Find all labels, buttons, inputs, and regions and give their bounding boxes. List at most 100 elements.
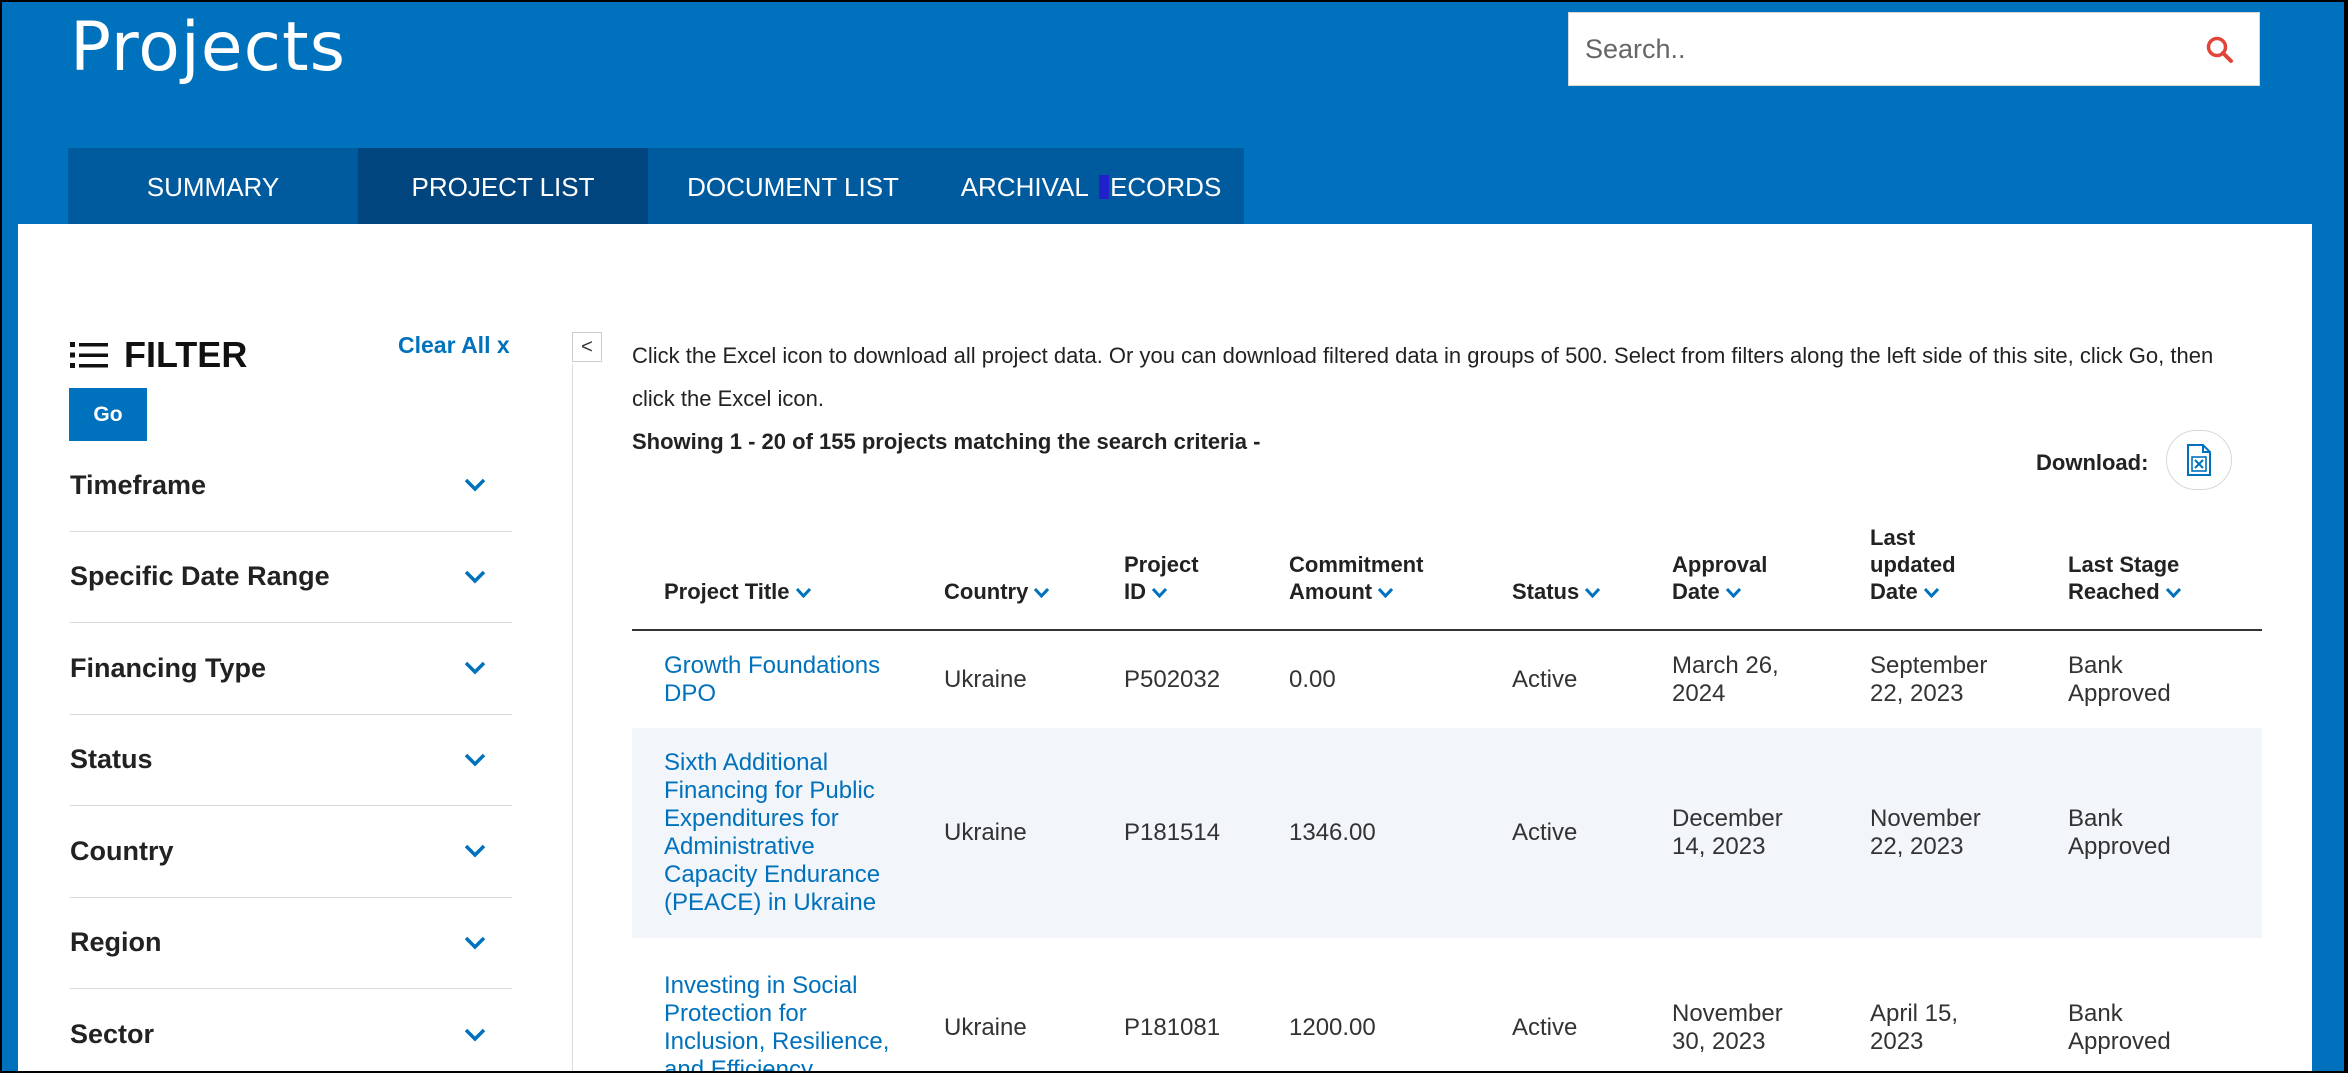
tab-archival-records[interactable]: ARCHIVAL ECORDS xyxy=(938,148,1244,226)
amount-cell: 0.00 xyxy=(1289,630,1512,728)
filter-financing-type[interactable]: Financing Type xyxy=(70,623,512,715)
column-header-last-updated-date[interactable]: Last updated Date xyxy=(1870,512,2068,631)
search-icon[interactable] xyxy=(2205,35,2235,65)
stage-line: Approved xyxy=(2068,833,2171,860)
header-label: Amount xyxy=(1289,579,1373,604)
updated-date-cell: April 15, 2023 xyxy=(1870,938,2068,1071)
project-title-link[interactable]: Investing in Social Protection for Inclu… xyxy=(664,972,944,1071)
text-cursor-marker xyxy=(1099,175,1110,199)
search-box[interactable] xyxy=(1568,12,2260,86)
filter-list: Timeframe Specific Date Range Financing … xyxy=(70,440,512,1071)
project-title-cell[interactable]: Investing in Social Protection for Inclu… xyxy=(632,938,944,1071)
title-line: Growth Foundations xyxy=(664,651,881,679)
filter-label: Financing Type xyxy=(70,652,267,683)
tab-label-start: ARCHIVAL xyxy=(960,171,1096,202)
results-count: Showing 1 - 20 of 155 projects matching … xyxy=(632,429,1261,454)
filter-label: Region xyxy=(70,927,162,958)
project-title-cell[interactable]: Growth Foundations DPO xyxy=(632,630,944,728)
column-header-commitment-amount[interactable]: Commitment Amount xyxy=(1289,512,1512,631)
stage-cell: Bank Approved xyxy=(2068,728,2262,938)
date-line: September xyxy=(1870,651,1988,679)
status-cell: Active xyxy=(1512,630,1672,728)
chevron-down-icon xyxy=(464,845,486,858)
stage-cell: Bank Approved xyxy=(2068,938,2262,1071)
title-line: (PEACE) in Ukraine xyxy=(664,889,877,916)
header-label: Date xyxy=(1672,579,1720,604)
filter-region[interactable]: Region xyxy=(70,898,512,989)
filter-status[interactable]: Status xyxy=(70,715,512,806)
collapse-sidebar-button[interactable]: < xyxy=(572,332,602,362)
browser-frame: Projects SUMMARY PROJECT LIST DOCUMENT L… xyxy=(2,2,2344,1071)
date-line: April 15, xyxy=(1870,1000,1959,1027)
project-title-link[interactable]: Sixth Additional Financing for Public Ex… xyxy=(664,749,944,917)
filter-sector[interactable]: Sector xyxy=(70,989,512,1071)
country-cell: Ukraine xyxy=(944,630,1124,728)
chevron-down-icon xyxy=(1378,588,1394,599)
chevron-down-icon xyxy=(464,479,486,492)
column-header-last-stage-reached[interactable]: Last Stage Reached xyxy=(2068,512,2262,631)
go-button[interactable]: Go xyxy=(69,388,147,441)
download-instructions: Click the Excel icon to download all pro… xyxy=(632,343,2214,411)
date-line: March 26, xyxy=(1672,651,1779,679)
header-label: Commitment xyxy=(1289,552,1424,577)
title-line: Sixth Additional xyxy=(664,749,829,776)
status-cell: Active xyxy=(1512,938,1672,1071)
date-line: 30, 2023 xyxy=(1672,1028,1766,1055)
sidebar-divider xyxy=(572,364,573,1071)
project-id-cell: P502032 xyxy=(1124,630,1289,728)
chevron-down-icon xyxy=(464,570,486,584)
project-id-cell: P181514 xyxy=(1124,728,1289,938)
header-label: updated xyxy=(1870,552,1956,577)
project-title-link[interactable]: Growth Foundations DPO xyxy=(664,652,944,708)
filter-specific-date-range[interactable]: Specific Date Range xyxy=(70,532,512,623)
header-label: Approval xyxy=(1672,552,1768,577)
filter-label: Status xyxy=(70,744,153,775)
tab-project-list[interactable]: PROJECT LIST xyxy=(358,148,648,244)
stage-line: Bank xyxy=(2068,651,2123,679)
chevron-down-icon xyxy=(2165,588,2181,599)
title-line: Financing for Public xyxy=(664,777,875,804)
column-header-status[interactable]: Status xyxy=(1512,512,1672,631)
date-line: 14, 2023 xyxy=(1672,833,1766,860)
date-line: 22, 2023 xyxy=(1870,833,1964,860)
header-label: Last xyxy=(1870,525,1916,550)
tab-document-list[interactable]: DOCUMENT LIST xyxy=(648,148,938,226)
filter-label: Sector xyxy=(70,1019,155,1050)
updated-date-cell: September 22, 2023 xyxy=(1870,630,2068,728)
column-header-project-title[interactable]: Project Title xyxy=(632,512,944,631)
amount-cell: 1346.00 xyxy=(1289,728,1512,938)
project-id-cell: P181081 xyxy=(1124,938,1289,1071)
date-line: November xyxy=(1672,1000,1783,1027)
title-line: Expenditures for xyxy=(664,805,839,832)
column-header-approval-date[interactable]: Approval Date xyxy=(1672,512,1870,631)
status-cell: Active xyxy=(1512,728,1672,938)
column-header-country[interactable]: Country xyxy=(944,512,1124,631)
excel-download-button[interactable] xyxy=(2166,430,2232,490)
column-header-project-id[interactable]: Project ID xyxy=(1124,512,1289,631)
tab-summary[interactable]: SUMMARY xyxy=(68,148,358,226)
stage-line: Approved xyxy=(2068,679,2171,707)
header-label: Country xyxy=(944,579,1029,604)
chevron-down-icon xyxy=(1152,588,1167,599)
chevron-down-icon xyxy=(464,753,486,767)
stage-cell: Bank Approved xyxy=(2068,630,2262,728)
download-label: Download: xyxy=(2036,450,2149,475)
table-row: Investing in Social Protection for Inclu… xyxy=(632,938,2262,1071)
filter-timeframe[interactable]: Timeframe xyxy=(70,440,512,532)
date-line: 2024 xyxy=(1672,679,1726,707)
list-icon xyxy=(70,342,108,368)
clear-all-link[interactable]: Clear All x xyxy=(398,332,510,359)
filter-title: FILTER xyxy=(124,334,248,375)
project-title-cell[interactable]: Sixth Additional Financing for Public Ex… xyxy=(632,728,944,938)
chevron-down-icon xyxy=(1034,588,1050,599)
excel-icon xyxy=(2187,444,2211,476)
chevron-down-icon xyxy=(464,936,486,950)
tab-label: SUMMARY xyxy=(146,171,280,202)
filter-country[interactable]: Country xyxy=(70,806,512,898)
date-line: November xyxy=(1870,805,1981,832)
header-label: Reached xyxy=(2068,579,2160,604)
search-input[interactable] xyxy=(1585,13,2185,85)
table-row: Sixth Additional Financing for Public Ex… xyxy=(632,728,2262,938)
chevron-down-icon xyxy=(1585,588,1601,599)
header-label: ID xyxy=(1124,579,1146,604)
